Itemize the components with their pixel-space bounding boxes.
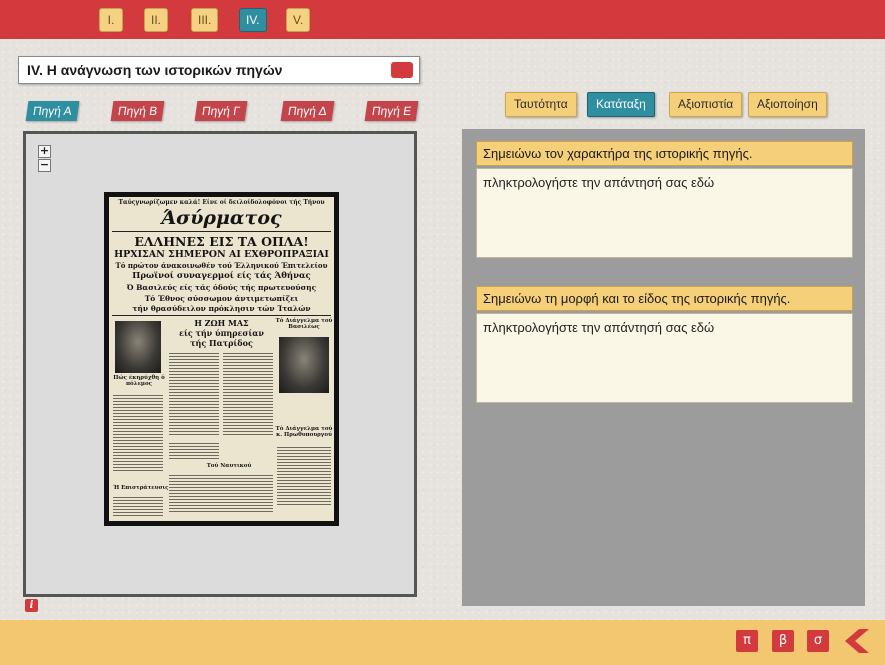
newspaper-caption-2: Τό Διάγγελμα τού κ. Πρωθυπουργού — [275, 426, 333, 438]
text-column — [113, 393, 163, 473]
newspaper-line-4: Τό Έθνος σύσσωμον άντιμετωπίζει — [144, 294, 299, 303]
nav-button-beta[interactable]: β — [772, 630, 794, 652]
newspaper-line-2: Πρωϊνοί συναγερμοί είς τάς Άθήνας — [132, 271, 311, 281]
text-column — [277, 445, 331, 505]
question-panel: Σημειώνω τον χαρακτήρα της ιστορικής πηγ… — [462, 129, 865, 606]
chapter-tab-1[interactable]: I. — [99, 8, 123, 32]
source-tab-e[interactable]: Πηγή Ε — [364, 101, 419, 121]
answer-field-2[interactable]: πληκτρολογήστε την απάντησή σας εδώ — [476, 313, 853, 403]
newspaper-subheadline: ΗΡΧΙΣΑΝ ΣΗΜΕΡΟΝ ΑΙ ΕΧΘΡΟΠΡΑΞΙΑΙ — [114, 249, 329, 260]
newspaper-caption-4: Τού Ναυτικού — [206, 463, 252, 469]
question-label-1: Σημειώνω τον χαρακτήρα της ιστορικής πηγ… — [476, 141, 853, 166]
chapter-tab-3[interactable]: III. — [191, 8, 219, 32]
newspaper-sub-3: τής Πατρίδος — [190, 338, 253, 348]
king-photo — [115, 321, 161, 373]
source-tab-d[interactable]: Πηγή Δ — [280, 101, 335, 121]
tab-utilization[interactable]: Αξιοποίηση — [748, 92, 827, 117]
zoom-in-button[interactable]: + — [38, 145, 51, 158]
newspaper-rule — [112, 315, 331, 316]
newspaper-headline: ΕΛΛΗΝΕΣ ΕΙΣ ΤΑ ΟΠΛΑ! — [134, 234, 309, 249]
newspaper-sub-1: Η ΖΩΗ ΜΑΣ — [194, 318, 249, 328]
source-image-viewer[interactable]: + − Ταύςγνωρίζωμεν καλά! Είνε οί δειλοίδ… — [23, 131, 417, 597]
newspaper-sub-2: είς τήν ύπηρεσίαν — [179, 328, 264, 338]
text-column — [169, 441, 219, 461]
text-column — [113, 495, 163, 517]
newspaper-line-1: Τό πρώτον άνακοινωθέν τού Έλληνικού Έπιτ… — [115, 261, 328, 270]
chapter-tab-5[interactable]: V. — [286, 8, 311, 32]
text-column — [169, 351, 219, 436]
source-tab-c[interactable]: Πηγή Γ — [194, 101, 248, 121]
bottom-bar: π β σ — [0, 620, 885, 665]
newspaper-masthead: Άσύρματος — [161, 207, 282, 229]
tab-reliability[interactable]: Αξιοπιστία — [669, 92, 743, 117]
section-title-box: IV. Η ανάγνωση των ιστορικών πηγών — [18, 56, 420, 84]
newspaper-line-3: Ό Βασιλεύς είς τάς όδούς τής πρωτευούσης — [126, 283, 317, 292]
nav-button-sigma[interactable]: σ — [807, 630, 829, 652]
newspaper-caption-5: Ή Επιστράτευσις — [113, 485, 169, 491]
dropdown-arrow-icon[interactable] — [391, 62, 413, 79]
back-arrow-icon[interactable] — [839, 627, 871, 655]
newspaper-top-line: Ταύςγνωρίζωμεν καλά! Είνε οί δειλοίδολοφ… — [118, 199, 325, 206]
newspaper-line-5: τήν θρασύδειλον πρόκλησιν τών Ίταλών — [132, 304, 311, 313]
text-column — [169, 473, 273, 513]
info-icon[interactable]: i — [25, 599, 38, 612]
prime-minister-photo — [279, 337, 329, 393]
chapter-tab-4[interactable]: IV. — [239, 8, 267, 32]
chapter-tab-2[interactable]: II. — [144, 8, 169, 32]
newspaper-image: Ταύςγνωρίζωμεν καλά! Είνε οί δειλοίδολοφ… — [104, 192, 339, 526]
text-column — [223, 351, 273, 436]
page-title: IV. Η ανάγνωση των ιστορικών πηγών — [27, 62, 283, 78]
nav-button-pi[interactable]: π — [736, 630, 758, 652]
answer-field-1[interactable]: πληκτρολογήστε την απάντησή σας εδώ — [476, 168, 853, 258]
newspaper-rule — [112, 231, 331, 232]
newspaper-caption-1: Τό Διάγγελμα τού Βασιλέως — [275, 318, 333, 330]
top-bar: I. II. III. IV. V. — [0, 0, 885, 39]
source-tab-a[interactable]: Πηγή Α — [25, 101, 80, 121]
tab-identity[interactable]: Ταυτότητα — [505, 92, 577, 117]
tab-classification[interactable]: Κατάταξη — [587, 92, 655, 117]
zoom-out-button[interactable]: − — [38, 159, 51, 172]
question-label-2: Σημειώνω τη μορφή και το είδος της ιστορ… — [476, 286, 853, 311]
newspaper-caption-3: Πώς έκηρύχθη ό πόλεμος — [113, 375, 165, 387]
source-tab-b[interactable]: Πηγή Β — [110, 101, 165, 121]
